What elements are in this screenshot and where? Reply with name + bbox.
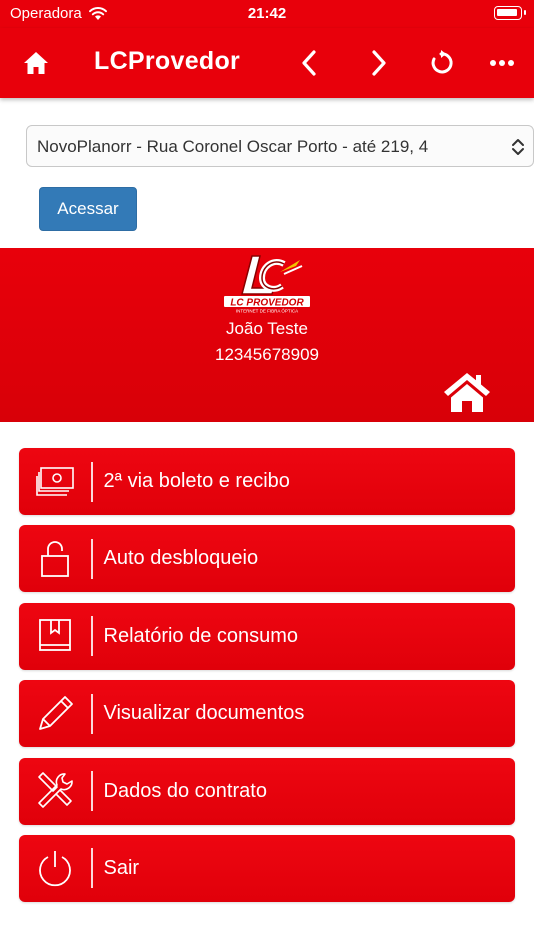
- menu-item-label: Sair: [103, 856, 140, 879]
- separator: [91, 848, 93, 889]
- home-icon: [24, 52, 48, 74]
- menu-item-label: Visualizar documentos: [103, 702, 305, 725]
- user-name: João Teste: [226, 319, 308, 338]
- unlock-icon: [41, 541, 69, 577]
- separator: [91, 538, 93, 579]
- menu-item-sair[interactable]: Sair: [19, 834, 515, 902]
- separator: [91, 693, 93, 734]
- menu-item-label: Dados do contrato: [103, 779, 267, 802]
- lc-provedor-logo: LC PROVEDOR INTERNET DE FIBRA ÓPTICA: [224, 255, 310, 314]
- menu-item-boleto[interactable]: 2ª via boleto e recibo: [19, 448, 515, 515]
- menu-item-label: Auto desbloqueio: [103, 547, 259, 570]
- user-document: 12345678909: [214, 345, 319, 364]
- pencil-icon: [39, 695, 73, 730]
- reload-icon: [431, 50, 453, 74]
- separator: [91, 771, 93, 812]
- plan-select-value: NovoPlanorr - Rua Coronel Oscar Porto - …: [37, 137, 429, 156]
- tools-icon: [38, 772, 73, 808]
- chevron-right-icon: [372, 50, 386, 76]
- menu-item-auto-desbloqueio[interactable]: Auto desbloqueio: [19, 525, 515, 593]
- more-button[interactable]: [485, 46, 519, 80]
- menu-item-relatorio[interactable]: Relatório de consumo: [19, 602, 515, 670]
- money-icon: [36, 466, 74, 496]
- menu-item-contrato[interactable]: Dados do contrato: [19, 757, 515, 825]
- menu-item-label: Relatório de consumo: [103, 624, 299, 647]
- book-icon: [39, 619, 71, 652]
- user-banner: LC PROVEDOR INTERNET DE FIBRA ÓPTICA Joã…: [0, 248, 534, 422]
- access-button[interactable]: Acessar: [39, 187, 137, 231]
- chevron-updown-icon: [512, 139, 524, 155]
- home-button[interactable]: [19, 46, 53, 80]
- logo-text: LC PROVEDOR: [230, 298, 304, 309]
- status-bar: Operadora 21:42: [0, 0, 534, 28]
- power-icon: [39, 851, 71, 887]
- menu-item-label: 2ª via boleto e recibo: [103, 470, 290, 492]
- main-menu: 2ª via boleto e recibo Auto desbloqueio …: [19, 448, 515, 912]
- separator: [91, 461, 93, 502]
- chevron-left-icon: [302, 50, 316, 76]
- reload-button[interactable]: [424, 46, 458, 80]
- home-icon[interactable]: [442, 370, 492, 414]
- back-button[interactable]: [293, 46, 327, 80]
- logo-subtext: INTERNET DE FIBRA ÓPTICA: [236, 308, 298, 314]
- forward-button[interactable]: [361, 46, 395, 80]
- menu-item-documentos[interactable]: Visualizar documentos: [19, 680, 515, 748]
- app-title: LCProvedor: [94, 47, 241, 75]
- plan-select[interactable]: NovoPlanorr - Rua Coronel Oscar Porto - …: [26, 125, 534, 167]
- clock: 21:42: [247, 5, 287, 22]
- battery-icon: [494, 6, 526, 20]
- more-icon: [490, 60, 514, 66]
- separator: [91, 616, 93, 657]
- navbar: LCProvedor: [0, 28, 534, 98]
